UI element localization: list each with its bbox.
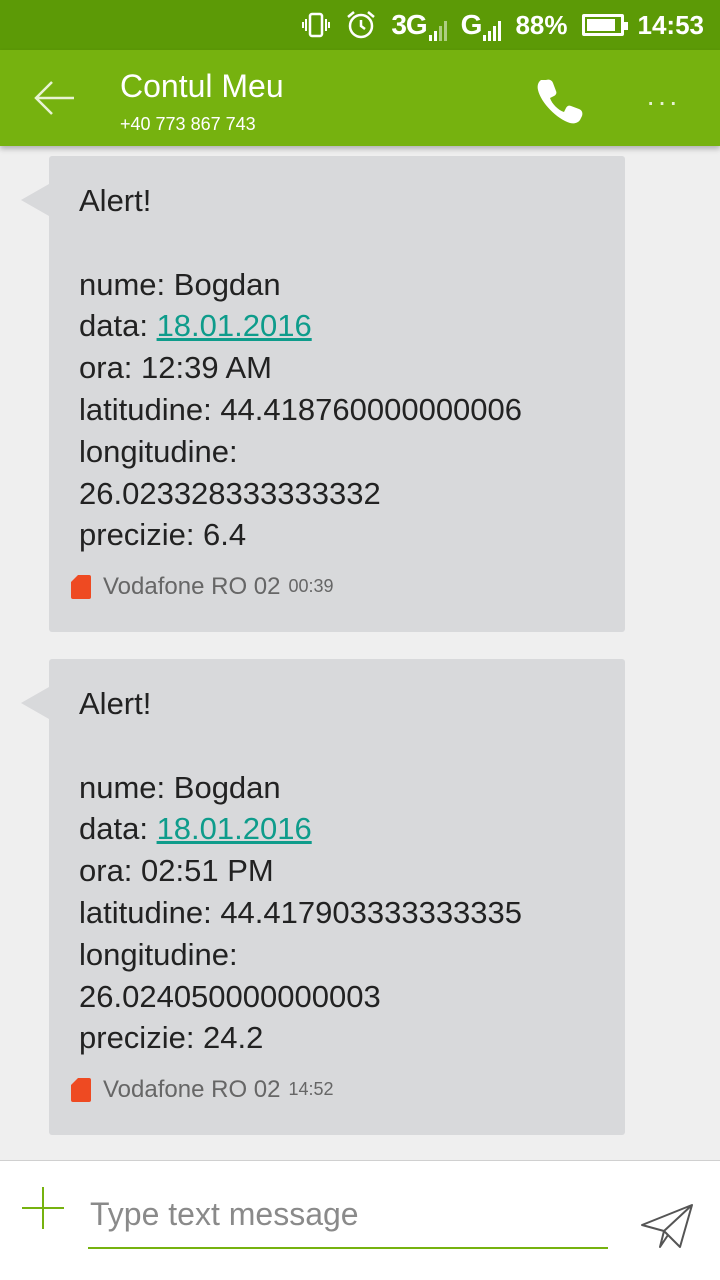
message-line: longitudine: [79, 936, 238, 972]
back-arrow-icon[interactable] [30, 76, 78, 120]
signal-icon [428, 19, 447, 41]
status-time: 14:53 [637, 9, 705, 40]
message-line: 26.024050000000003 [79, 978, 381, 1014]
date-prefix: data: [79, 308, 157, 344]
battery-icon [581, 14, 628, 36]
sender-label: Vodafone RO 02 [103, 573, 281, 601]
battery-percent: 88% [515, 9, 568, 40]
message-line: ora: 02:51 PM [79, 853, 274, 889]
message-line: precizie: 24.2 [79, 1020, 264, 1056]
message-line: longitudine: [79, 433, 238, 469]
sim-card-icon [71, 1078, 91, 1103]
message-line: nume: Bogdan [79, 769, 281, 805]
message-line: ora: 12:39 AM [79, 350, 273, 386]
status-bar: 3G G 88% 14:53 [0, 0, 720, 50]
message-line: latitudine: 44.417903333333335 [79, 894, 523, 930]
message-date-line: data: 18.01.2016 [79, 305, 595, 347]
more-options-icon[interactable]: ··· [646, 86, 680, 118]
date-link[interactable]: 18.01.2016 [157, 308, 312, 343]
signal-icon [483, 19, 502, 41]
send-icon[interactable] [640, 1201, 694, 1251]
vibrate-icon [301, 10, 331, 40]
message-meta: Vodafone RO 02 00:39 [71, 566, 334, 608]
message-date-line: data: 18.01.2016 [79, 808, 595, 850]
message-line [79, 222, 595, 264]
date-prefix: data: [79, 811, 157, 847]
message-line: Alert! [79, 686, 152, 721]
network-3g-label: 3G [391, 9, 427, 40]
message-input[interactable] [88, 1181, 608, 1249]
message-time: 00:39 [288, 576, 334, 597]
phone-icon[interactable] [534, 74, 586, 126]
signal-g: G [461, 9, 502, 41]
date-link[interactable]: 18.01.2016 [157, 811, 312, 846]
message-composer [0, 1160, 720, 1280]
message-meta: Vodafone RO 02 14:52 [71, 1069, 334, 1111]
message-line: 26.023328333333332 [79, 475, 381, 511]
conversation-title: Contul Meu [120, 68, 284, 104]
network-g-label: G [460, 9, 483, 40]
sender-label: Vodafone RO 02 [103, 1076, 281, 1104]
message-line: precizie: 6.4 [79, 517, 247, 553]
message-line: latitudine: 44.418760000000006 [79, 391, 523, 427]
message-line [79, 725, 595, 767]
message-time: 14:52 [288, 1079, 334, 1100]
message-bubble[interactable]: Alert! nume: Bogdan data: 18.01.2016 ora… [21, 156, 625, 632]
signal-3g: 3G [391, 9, 447, 41]
sim-card-icon [71, 575, 91, 600]
app-bar: Contul Meu +40 773 867 743 ··· [0, 50, 720, 146]
message-bubble[interactable]: Alert! nume: Bogdan data: 18.01.2016 ora… [21, 659, 625, 1135]
message-line: nume: Bogdan [79, 266, 281, 302]
plus-icon[interactable] [20, 1185, 66, 1231]
message-line: Alert! [79, 183, 152, 218]
phone-number: +40 773 867 743 [120, 114, 256, 134]
alarm-icon [345, 9, 377, 41]
